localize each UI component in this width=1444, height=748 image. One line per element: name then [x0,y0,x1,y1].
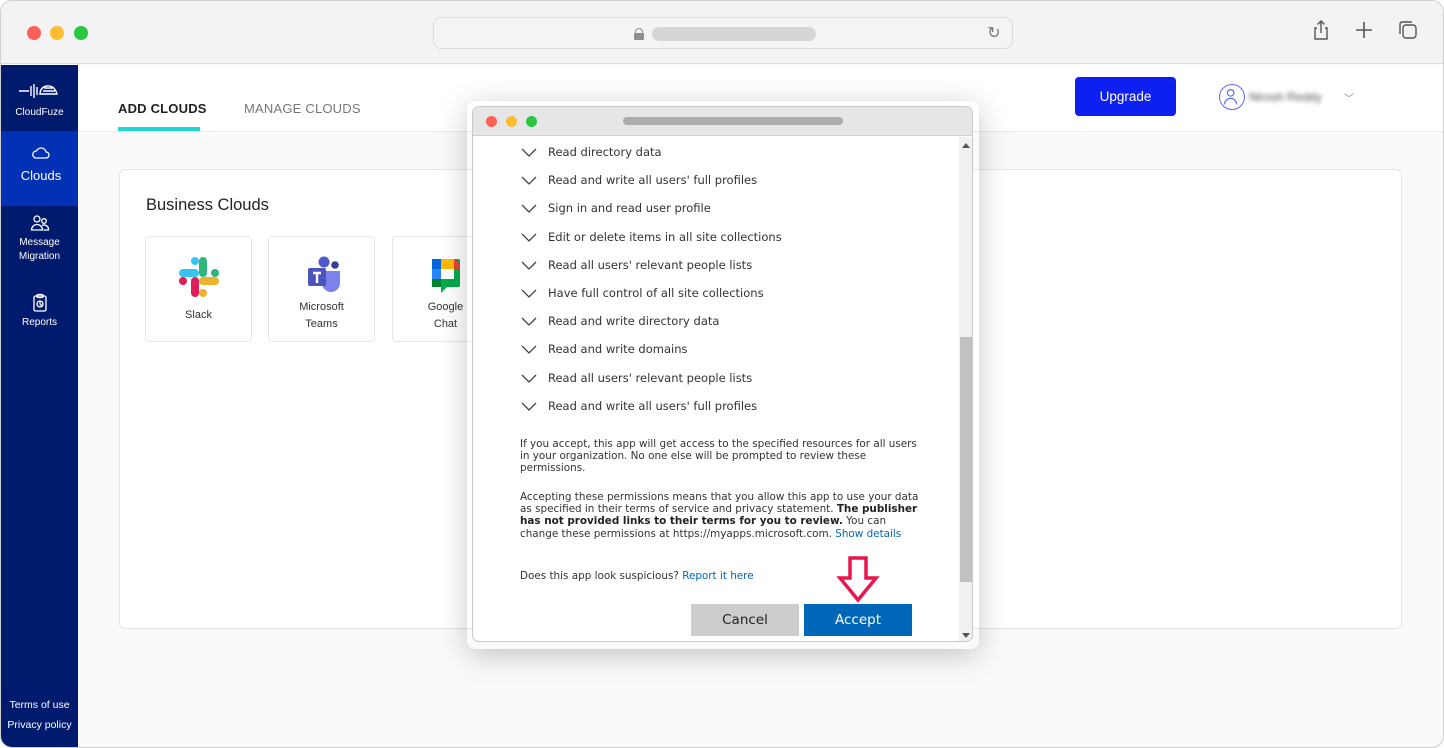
sidebar-item-reports[interactable]: Reports [1,293,78,338]
chevron-down-icon[interactable] [521,317,537,327]
cancel-button[interactable]: Cancel [691,604,799,636]
sidebar-item-label: Message Migration [18,237,61,262]
permission-label: Have full control of all site collection… [548,286,764,300]
tabs-overview-icon[interactable] [1395,19,1421,47]
consent-popup-window: Read and write all users' full profiles R… [472,106,973,642]
sidebar-item-label: Reports [21,317,57,328]
cloud-card-label: Slack [185,309,212,321]
chevron-down-icon[interactable] [521,233,537,243]
permission-label: Read directory data [548,145,662,159]
google-chat-logo-icon [432,259,460,293]
scroll-up-arrow-icon[interactable] [962,143,970,148]
permission-label: Read and write all users' full profiles [548,173,758,188]
cloud-card-slack[interactable]: Slack [145,236,252,342]
permission-label: Read all users' relevant people lists [548,257,753,272]
users-icon [30,215,49,231]
scroll-down-arrow-icon[interactable] [962,633,970,638]
cloudfuze-logo-icon [19,84,58,98]
show-details-link[interactable]: Show details [835,528,901,540]
active-tab-indicator [118,127,200,131]
permission-label: Read all users' relevant people lists [548,370,753,385]
cloud-icon [32,147,50,159]
share-icon[interactable] [1308,19,1334,47]
consent-content: Read and write all users' full profiles R… [473,137,959,641]
popup-scrollbar[interactable] [959,137,972,641]
permission-label: Read and write all users' full profiles [548,398,758,413]
permission-label: Edit or delete items in all site collect… [548,229,782,244]
cloud-card-microsoft-teams[interactable]: Microsoft Teams [268,236,375,342]
chevron-down-icon[interactable]: ﹀ [1344,90,1354,105]
popup-close-button[interactable] [486,116,497,127]
cloudfuze-logo[interactable]: CloudFuze [1,65,78,131]
maximize-window-button[interactable] [74,26,88,40]
permission-label: Read and write directory data [548,314,720,329]
teams-logo-icon [308,256,340,292]
sidebar-item-label: Clouds [20,168,62,183]
chevron-down-icon[interactable] [521,289,537,299]
chevron-down-icon[interactable] [521,374,537,384]
brand-name: CloudFuze [15,107,64,118]
section-title: Business Clouds [146,196,269,214]
cloud-card-label: Microsoft Teams [299,301,344,330]
terms-of-use-link[interactable]: Terms of use [1,699,78,711]
lock-icon [634,28,644,40]
chevron-down-icon[interactable] [521,261,537,271]
sidebar: CloudFuze Clouds Message Migration Report… [1,65,78,747]
upgrade-button[interactable]: Upgrade [1075,77,1176,116]
popup-titlebar[interactable] [473,107,972,136]
browser-window: ↻ CloudFuze Clouds Message Migration Rep… [0,0,1444,748]
chevron-down-icon[interactable] [521,176,537,186]
accept-button[interactable]: Accept [804,604,912,636]
minimize-window-button[interactable] [50,26,64,40]
chevron-down-icon[interactable] [521,148,537,158]
user-name[interactable]: Nirosh Reddy [1249,90,1322,104]
new-tab-icon[interactable] [1351,19,1377,47]
report-it-here-link[interactable]: Report it here [682,570,753,582]
tab-manage-clouds[interactable]: MANAGE CLOUDS [244,101,361,116]
down-arrow-highlight-icon [836,556,880,603]
address-bar[interactable]: ↻ [433,17,1013,49]
url-text-masked [652,27,816,41]
clipboard-report-icon [32,293,47,312]
permission-label: Read and write domains [548,342,688,357]
permission-label: Sign in and read user profile [548,201,711,216]
reload-icon[interactable]: ↻ [984,24,1004,44]
slack-logo-icon [179,257,219,297]
browser-toolbar: ↻ [1,1,1443,64]
popup-url-masked [623,117,843,125]
sidebar-item-message-migration[interactable]: Message Migration [1,213,78,275]
avatar-icon[interactable] [1219,84,1245,110]
popup-maximize-button[interactable] [526,116,537,127]
chevron-down-icon[interactable] [521,204,537,214]
close-window-button[interactable] [27,26,41,40]
chevron-down-icon[interactable] [521,345,537,355]
sidebar-item-clouds[interactable]: Clouds [1,131,78,206]
privacy-policy-link[interactable]: Privacy policy [1,719,78,731]
chevron-down-icon[interactable] [521,402,537,412]
popup-minimize-button[interactable] [506,116,517,127]
consent-paragraph-terms: Accepting these permissions means that y… [520,491,919,540]
tab-add-clouds[interactable]: ADD CLOUDS [118,101,207,116]
scrollbar-thumb[interactable] [960,337,972,582]
consent-paragraph-access: If you accept, this app will get access … [520,438,917,475]
